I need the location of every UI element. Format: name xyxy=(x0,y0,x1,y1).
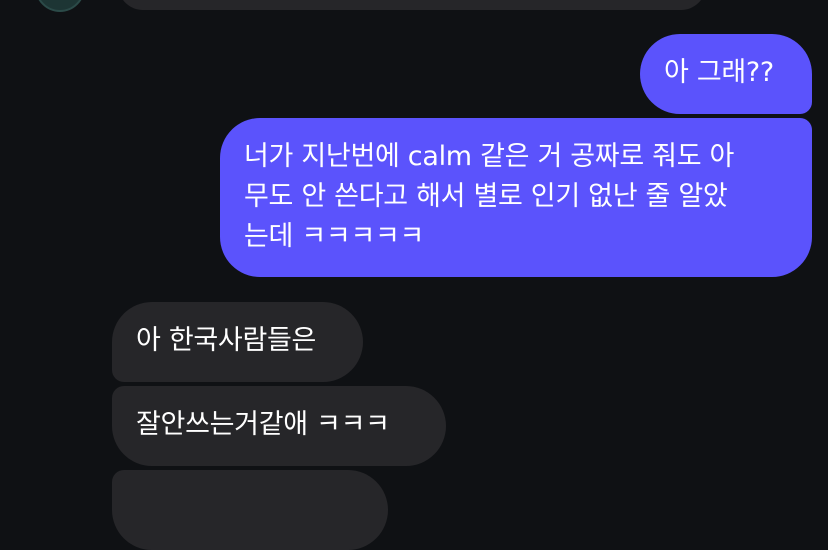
message-text: 잘안쓰는거같애 ㅋㅋㅋ xyxy=(136,409,390,440)
message-text-line: 너가 지난번에 calm 같은 거 공짜로 줘도 아 xyxy=(244,141,735,172)
outgoing-message-bubble[interactable]: 아 그래?? xyxy=(640,34,812,114)
incoming-message-bubble[interactable]: 아 한국사람들은 xyxy=(112,302,363,382)
message-text-line: 는데 ㅋㅋㅋㅋㅋ xyxy=(244,221,425,252)
message-text: 아 한국사람들은 xyxy=(136,325,317,356)
incoming-message-bubble[interactable]: 잘안쓰는거같애 ㅋㅋㅋ xyxy=(112,386,446,466)
sender-avatar[interactable] xyxy=(35,0,85,12)
incoming-message-bubble[interactable] xyxy=(118,0,706,10)
message-text: 아 그래?? xyxy=(664,57,774,88)
message-text-line: 무도 안 쓴다고 해서 별로 인기 없난 줄 알았 xyxy=(244,181,728,212)
outgoing-message-bubble[interactable]: 너가 지난번에 calm 같은 거 공짜로 줘도 아 무도 안 쓴다고 해서 별… xyxy=(220,118,812,277)
incoming-message-bubble[interactable] xyxy=(112,470,388,550)
